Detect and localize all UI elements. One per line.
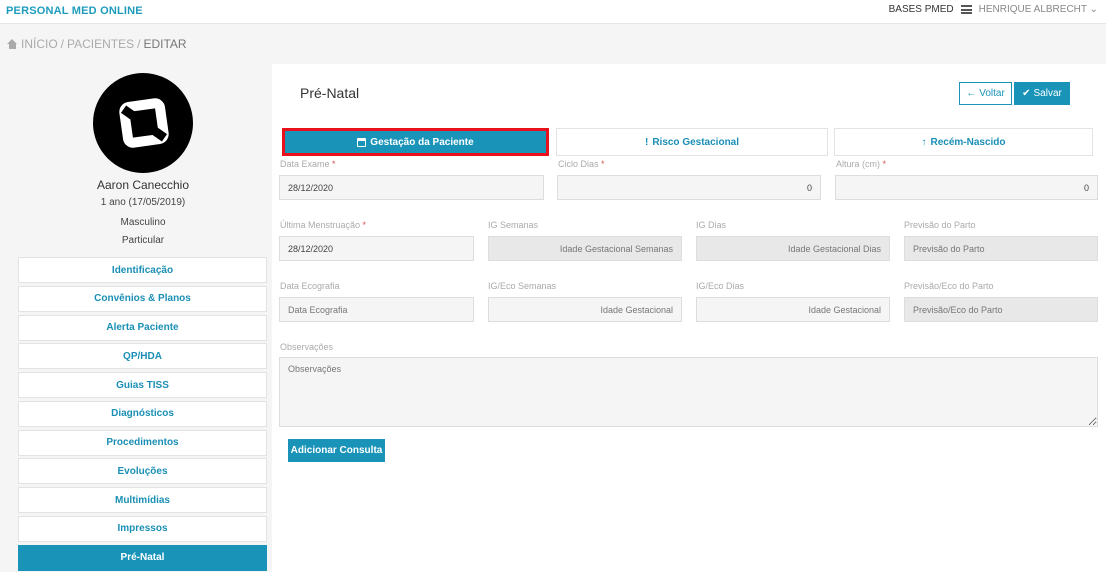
tab-recem-nascido[interactable]: ↑ Recém-Nascido bbox=[834, 128, 1093, 156]
altura-field[interactable] bbox=[835, 175, 1098, 200]
ig-eco-dias-label: IG/Eco Dias bbox=[696, 281, 745, 291]
patient-name: Aaron Canecchio bbox=[96, 178, 190, 192]
patient-sidebar: Aaron Canecchio 1 ano (17/05/2019) Mascu… bbox=[0, 64, 272, 572]
breadcrumb: INÍCIO / PACIENTES / EDITAR bbox=[7, 37, 187, 51]
menu-item-impressos[interactable]: Impressos bbox=[18, 515, 267, 542]
salvar-label: Salvar bbox=[1033, 88, 1062, 99]
ig-semanas-field[interactable] bbox=[488, 236, 682, 261]
menu-item-pre-natal[interactable]: Pré-Natal bbox=[18, 544, 267, 571]
tab-gestacao[interactable]: Gestação da Paciente bbox=[282, 128, 549, 156]
tab-risco-label: Risco Gestacional bbox=[652, 136, 740, 148]
breadcrumb-pacientes[interactable]: PACIENTES bbox=[67, 37, 134, 51]
menu-item-multimidias[interactable]: Multimídias bbox=[18, 487, 267, 513]
ig-dias-label: IG Dias bbox=[696, 220, 727, 230]
child-icon: ↑ bbox=[921, 136, 927, 148]
voltar-button[interactable]: ← Voltar bbox=[959, 82, 1012, 105]
check-icon: ✔ bbox=[1022, 88, 1031, 99]
patient-menu: Identificação Convênios & Planos Alerta … bbox=[18, 257, 267, 572]
ig-eco-dias-field[interactable] bbox=[696, 297, 890, 322]
menu-item-convenios[interactable]: Convênios & Planos bbox=[18, 285, 267, 312]
observacoes-label: Observações bbox=[280, 342, 334, 352]
breadcrumb-separator: / bbox=[137, 37, 141, 51]
tab-gestacao-label: Gestação da Paciente bbox=[370, 136, 474, 148]
adicionar-consulta-button[interactable]: Adicionar Consulta bbox=[288, 439, 385, 462]
ig-eco-semanas-label: IG/Eco Semanas bbox=[488, 281, 557, 291]
data-exame-field[interactable] bbox=[279, 175, 544, 200]
menu-item-procedimentos[interactable]: Procedimentos bbox=[18, 429, 267, 456]
ultima-menstruacao-label: Última Menstruação * bbox=[280, 220, 367, 230]
breadcrumb-inicio[interactable]: INÍCIO bbox=[21, 37, 58, 51]
data-exame-label: Data Exame * bbox=[280, 159, 336, 169]
patient-sex: Masculino bbox=[120, 217, 166, 228]
menu-item-alerta[interactable]: Alerta Paciente bbox=[18, 314, 267, 341]
top-right-area: BASES PMED HENRIQUE ALBRECHT ⌄ bbox=[889, 4, 1098, 15]
page-title: Pré-Natal bbox=[300, 85, 360, 101]
exclamation-icon: ! bbox=[644, 136, 649, 148]
ciclo-dias-label: Ciclo Dias * bbox=[558, 159, 605, 169]
tab-recem-label: Recém-Nascido bbox=[930, 136, 1006, 148]
base-selector[interactable]: BASES PMED bbox=[889, 4, 954, 15]
previsao-parto-label: Previsão do Parto bbox=[904, 220, 976, 230]
user-name: HENRIQUE ALBRECHT bbox=[978, 4, 1087, 15]
arrow-left-icon: ← bbox=[966, 88, 977, 99]
previsao-eco-parto-label: Previsão/Eco do Parto bbox=[904, 281, 994, 291]
ciclo-dias-field[interactable] bbox=[557, 175, 821, 200]
patient-plan: Particular bbox=[121, 235, 165, 246]
home-icon[interactable] bbox=[7, 39, 18, 49]
menu-item-diagnosticos[interactable]: Diagnósticos bbox=[18, 400, 267, 427]
patient-age: 1 ano (17/05/2019) bbox=[100, 197, 186, 208]
ig-dias-field[interactable] bbox=[696, 236, 890, 261]
voltar-label: Voltar bbox=[979, 88, 1005, 99]
user-menu[interactable]: HENRIQUE ALBRECHT ⌄ bbox=[979, 4, 1098, 15]
tab-risco[interactable]: ! Risco Gestacional bbox=[556, 128, 828, 156]
menu-item-qp-hda[interactable]: QP/HDA bbox=[18, 343, 267, 370]
ig-semanas-label: IG Semanas bbox=[488, 220, 539, 230]
ultima-menstruacao-field[interactable] bbox=[279, 236, 474, 261]
data-ecografia-label: Data Ecografia bbox=[280, 281, 340, 291]
breadcrumb-editar: EDITAR bbox=[143, 37, 187, 51]
chevron-down-icon: ⌄ bbox=[1089, 4, 1098, 15]
altura-label: Altura (cm) * bbox=[836, 159, 887, 169]
bars-icon[interactable] bbox=[960, 5, 972, 14]
avatar bbox=[93, 73, 193, 173]
top-bar: PERSONAL MED ONLINE BASES PMED HENRIQUE … bbox=[0, 0, 1106, 24]
previsao-eco-parto-field[interactable] bbox=[904, 297, 1098, 322]
brand-name[interactable]: PERSONAL MED ONLINE bbox=[6, 5, 143, 17]
ig-eco-semanas-field[interactable] bbox=[488, 297, 682, 322]
previsao-parto-field[interactable] bbox=[904, 236, 1098, 261]
observacoes-textarea[interactable] bbox=[279, 357, 1098, 427]
menu-item-guias-tiss[interactable]: Guias TISS bbox=[18, 372, 267, 398]
data-ecografia-field[interactable] bbox=[279, 297, 474, 322]
breadcrumb-separator: / bbox=[60, 37, 65, 51]
salvar-button[interactable]: ✔ Salvar bbox=[1014, 82, 1070, 105]
menu-item-evolucoes[interactable]: Evoluções bbox=[18, 458, 267, 485]
menu-item-identificacao[interactable]: Identificação bbox=[18, 257, 267, 283]
calendar-icon bbox=[357, 137, 367, 147]
breadcrumb-bar: INÍCIO / PACIENTES / EDITAR bbox=[0, 24, 1106, 64]
